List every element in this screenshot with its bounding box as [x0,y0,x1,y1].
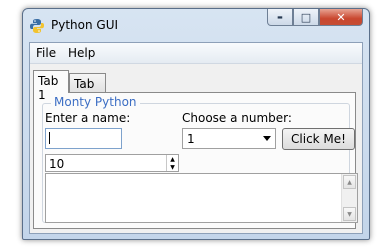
arrow-down-icon[interactable]: ▼ [166,163,178,171]
tab-1-panel: Monty Python Enter a name: Choose a numb… [33,92,358,229]
menu-help[interactable]: Help [68,46,95,60]
name-label: Enter a name: [45,111,131,125]
scroll-down-icon[interactable]: ▼ [343,207,356,221]
minimize-button[interactable]: ▬ [267,9,293,26]
minimize-icon: ▬ [277,13,283,21]
menu-bar: File Help [30,43,362,64]
close-icon: ✕ [336,10,346,24]
number-spinbox[interactable]: 10 ▲ ▼ [45,154,179,172]
number-selected: 1 [187,132,195,146]
main-window: Python GUI ▬ □ ✕ File Help Tab 1 Tab 2 M… [22,8,370,240]
spin-value: 10 [49,157,65,171]
vertical-scrollbar[interactable]: ▲ ▼ [341,174,357,222]
number-label: Choose a number: [182,111,292,125]
monty-python-group: Monty Python Enter a name: Choose a numb… [42,95,358,223]
menu-file[interactable]: File [36,46,56,60]
scroll-up-icon[interactable]: ▲ [343,175,356,189]
maximize-button[interactable]: □ [293,9,319,26]
spin-buttons: ▲ ▼ [166,155,178,171]
close-button[interactable]: ✕ [319,9,363,26]
maximize-icon: □ [300,10,312,24]
python-icon[interactable] [29,18,45,34]
tab-1[interactable]: Tab 1 [33,70,69,102]
name-input[interactable] [45,128,122,149]
arrow-up-icon[interactable]: ▲ [166,155,178,163]
client-area: File Help Tab 1 Tab 2 Monty Python Enter… [29,42,363,234]
scrolled-text-area[interactable]: ▲ ▼ [45,173,358,223]
tab-2[interactable]: Tab 2 [69,73,106,105]
number-combobox[interactable]: 1 [182,128,276,149]
chevron-down-icon[interactable] [259,129,275,148]
click-me-button[interactable]: Click Me! [282,128,355,150]
window-title: Python GUI [51,18,119,32]
window-controls: ▬ □ ✕ [267,9,363,27]
text-caret [49,132,50,144]
title-bar[interactable]: Python GUI ▬ □ ✕ [23,9,369,41]
group-title: Monty Python [51,95,140,109]
